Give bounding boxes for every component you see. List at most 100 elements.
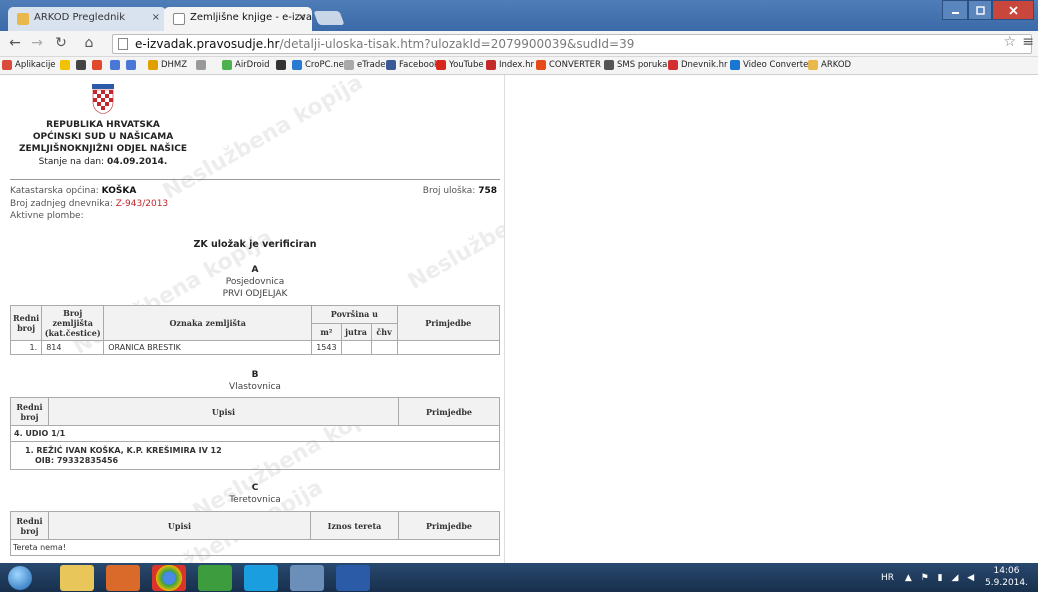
col-broj-zemljista: Broj zemljišta (kat.čestice) bbox=[41, 305, 105, 341]
bookmark-favicon-icon bbox=[222, 60, 232, 70]
word-icon[interactable] bbox=[336, 565, 370, 591]
bookmark-item[interactable]: Aplikacije bbox=[2, 60, 56, 70]
table-row: Tereta nema! bbox=[10, 539, 500, 556]
system-tray: HR ▲ ⚑ ▮ ◢ ◀ 14:06 5.9.2014. bbox=[881, 565, 1028, 589]
bookmark-item[interactable]: CONVERTER bbox=[536, 60, 601, 70]
bookmark-label: Video Converter bbox=[743, 60, 812, 70]
forward-arrow-icon[interactable]: → bbox=[28, 35, 46, 51]
tab-zemljisne-knjige[interactable]: Zemljišne knjige - e-izvad × bbox=[164, 7, 312, 31]
col-upisi: Upisi bbox=[48, 511, 311, 540]
bookmark-item[interactable]: Dnevnik.hr bbox=[668, 60, 727, 70]
bookmark-item[interactable]: DHMZ bbox=[148, 60, 187, 70]
tray-arrow-icon[interactable]: ▲ bbox=[905, 573, 912, 583]
bookmark-item[interactable]: AirDroid bbox=[222, 60, 269, 70]
vlastovnica-table: Redni broj Upisi Primjedbe 4. UDIO 1/1 1… bbox=[10, 397, 500, 470]
bookmark-label: eTrade bbox=[357, 60, 386, 70]
close-tab-icon[interactable]: × bbox=[152, 12, 160, 23]
address-bar[interactable]: e-izvadak.pravosudje.hr/detalji-uloska-t… bbox=[112, 34, 1032, 54]
verified-notice: ZK uložak je verificiran bbox=[193, 239, 317, 250]
bookmark-favicon-icon bbox=[808, 60, 818, 70]
bookmark-item[interactable] bbox=[110, 60, 123, 70]
table-row: OIB: 79332835456 bbox=[10, 455, 500, 470]
reload-icon[interactable]: ↻ bbox=[52, 35, 70, 51]
bookmark-item[interactable] bbox=[60, 60, 73, 70]
col-redni-broj: Redni broj bbox=[9, 305, 43, 341]
bookmark-label: Index.hr bbox=[499, 60, 534, 70]
bookmark-item[interactable]: ARKOD bbox=[808, 60, 851, 70]
bookmark-favicon-icon bbox=[436, 60, 446, 70]
tab-arkod[interactable]: ARKOD Preglednik × bbox=[8, 7, 166, 31]
close-tab-icon[interactable]: × bbox=[298, 12, 306, 23]
broj-uloska-label: Broj uloška: bbox=[422, 186, 476, 196]
header-line-2: OPĆINSKI SUD U NAŠICAMA bbox=[32, 132, 174, 142]
bookmark-item[interactable] bbox=[126, 60, 139, 70]
bookmark-item[interactable] bbox=[76, 60, 89, 70]
cell-primjedbe bbox=[396, 340, 501, 355]
page-content: REPUBLIKA HRVATSKA OPĆINSKI SUD U NAŠICA… bbox=[0, 75, 1038, 563]
cell-redni: 1. bbox=[9, 340, 43, 355]
volume-icon[interactable]: ◀ bbox=[967, 573, 974, 583]
bookmark-item[interactable]: YouTube bbox=[436, 60, 484, 70]
section-b-letter: B bbox=[251, 370, 259, 380]
bookmark-item[interactable]: Video Converter bbox=[730, 60, 812, 70]
new-tab-button[interactable] bbox=[313, 11, 345, 25]
arkod-favicon-icon bbox=[17, 13, 29, 25]
browser-toolbar: ← → ↻ ⌂ e-izvadak.pravosudje.hr/detalji-… bbox=[0, 31, 1038, 57]
clock-time: 14:06 bbox=[993, 566, 1020, 576]
start-button[interactable] bbox=[8, 566, 32, 590]
state-date-label: Stanje na dan: bbox=[38, 157, 105, 167]
bookmark-item[interactable] bbox=[196, 60, 209, 70]
language-indicator[interactable]: HR bbox=[881, 573, 894, 583]
taskbar: HR ▲ ⚑ ▮ ◢ ◀ 14:06 5.9.2014. bbox=[0, 563, 1038, 592]
section-a-subtitle: PRVI ODJELJAK bbox=[222, 289, 288, 299]
table-header-row: Redni broj Upisi Iznos tereta Primjedbe bbox=[10, 511, 500, 540]
paint-icon[interactable] bbox=[290, 565, 324, 591]
bookmark-item[interactable]: Facebook bbox=[386, 60, 439, 70]
bookmark-item[interactable]: SMS poruka bbox=[604, 60, 667, 70]
divider bbox=[10, 179, 500, 180]
bookmark-item[interactable]: eTrade bbox=[344, 60, 386, 70]
section-b-title: Vlastovnica bbox=[229, 382, 281, 392]
bookmark-item[interactable] bbox=[276, 60, 289, 70]
url-host: e-izvadak.pravosudje.hr bbox=[135, 37, 280, 51]
state-date-value: 04.09.2014. bbox=[106, 157, 168, 167]
bookmark-favicon-icon bbox=[92, 60, 102, 70]
bookmark-item[interactable]: CroPC.net bbox=[292, 60, 347, 70]
menu-icon[interactable]: ≡ bbox=[1022, 34, 1034, 50]
network-icon[interactable]: ▮ bbox=[938, 573, 943, 583]
table-row: 4. UDIO 1/1 bbox=[10, 425, 500, 442]
signal-icon[interactable]: ◢ bbox=[951, 573, 958, 583]
bookmark-favicon-icon bbox=[76, 60, 86, 70]
bookmark-favicon-icon bbox=[60, 60, 70, 70]
minimize-button[interactable] bbox=[942, 0, 968, 20]
owner-oib: OIB: 79332835456 bbox=[10, 455, 500, 470]
tab-label: ARKOD Preglednik bbox=[34, 12, 125, 23]
page-icon bbox=[118, 38, 128, 50]
media-player-icon[interactable] bbox=[106, 565, 140, 591]
dnevnik-link[interactable]: Z-943/2013 bbox=[116, 199, 168, 209]
back-arrow-icon[interactable]: ← bbox=[6, 35, 24, 51]
land-registry-document: REPUBLIKA HRVATSKA OPĆINSKI SUD U NAŠICA… bbox=[0, 75, 505, 563]
bookmark-favicon-icon bbox=[730, 60, 740, 70]
explorer-icon[interactable] bbox=[60, 565, 94, 591]
utorrent-icon[interactable] bbox=[198, 565, 232, 591]
chrome-icon[interactable] bbox=[152, 565, 186, 591]
bookmark-label: CroPC.net bbox=[305, 60, 348, 70]
home-icon[interactable]: ⌂ bbox=[80, 35, 98, 51]
katastarska-value: KOŠKA bbox=[101, 186, 137, 196]
col-iznos-tereta: Iznos tereta bbox=[310, 511, 399, 540]
bookmark-label: DHMZ bbox=[161, 60, 188, 70]
cell-oznaka: ORANICA BRESTIK bbox=[103, 340, 313, 355]
aktivne-plombe-label: Aktivne plombe: bbox=[10, 211, 84, 221]
bookmark-star-icon[interactable]: ☆ bbox=[1003, 34, 1016, 50]
maximize-button[interactable] bbox=[968, 0, 992, 20]
bookmark-label: Dnevnik.hr bbox=[681, 60, 728, 70]
action-center-icon[interactable]: ⚑ bbox=[921, 573, 929, 583]
bookmark-item[interactable] bbox=[92, 60, 105, 70]
skype-icon[interactable] bbox=[244, 565, 278, 591]
clock[interactable]: 14:06 5.9.2014. bbox=[985, 565, 1028, 589]
bookmark-item[interactable]: Index.hr bbox=[486, 60, 534, 70]
close-window-button[interactable] bbox=[992, 0, 1034, 20]
cell-m2: 1543 bbox=[311, 340, 342, 355]
bookmark-label: YouTube bbox=[449, 60, 484, 70]
